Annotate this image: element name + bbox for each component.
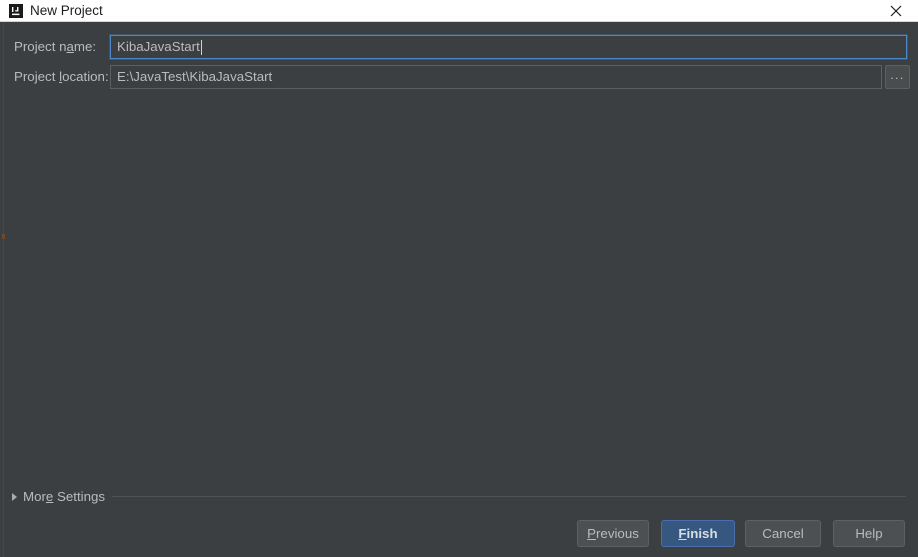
more-settings-separator — [112, 496, 906, 497]
more-settings-label: More Settings — [23, 488, 105, 506]
project-name-value: KibaJavaStart — [117, 39, 200, 54]
project-location-label-suffix: ocation: — [62, 69, 109, 84]
project-name-label: Project name: — [14, 38, 96, 56]
close-icon[interactable] — [874, 0, 918, 22]
project-name-label-mnemonic: a — [66, 39, 74, 54]
titlebar: New Project — [0, 0, 918, 22]
more-settings-prefix: Mor — [23, 489, 46, 504]
help-button[interactable]: Help — [833, 520, 905, 547]
window-edge-mark — [2, 234, 5, 239]
project-name-input[interactable]: KibaJavaStart — [110, 35, 907, 59]
browse-button[interactable]: ... — [885, 65, 910, 89]
previous-button-label: revious — [596, 526, 639, 541]
project-location-label-prefix: Project — [14, 69, 60, 84]
project-name-row: Project name: KibaJavaStart — [0, 35, 918, 59]
project-name-label-prefix: Project n — [14, 39, 67, 54]
triangle-right-icon — [12, 493, 17, 501]
project-location-label: Project location: — [14, 68, 109, 86]
finish-button[interactable]: Finish — [661, 520, 735, 547]
window-title: New Project — [30, 3, 103, 18]
more-settings-suffix: Settings — [53, 489, 106, 504]
window-edge-line — [3, 22, 4, 557]
previous-button-mnemonic: P — [587, 526, 596, 541]
finish-button-label: inish — [686, 526, 718, 541]
new-project-dialog: New Project Project name: KibaJavaStart … — [0, 0, 918, 557]
intellij-idea-logo-icon — [9, 4, 23, 18]
finish-button-mnemonic: F — [678, 526, 687, 541]
previous-button[interactable]: Previous — [577, 520, 649, 547]
dialog-body: Project name: KibaJavaStart Project loca… — [0, 22, 918, 557]
project-location-value: E:\JavaTest\KibaJavaStart — [117, 69, 273, 84]
cancel-button[interactable]: Cancel — [745, 520, 821, 547]
dialog-button-bar: Previous Finish Cancel Help — [0, 520, 918, 557]
text-caret — [200, 39, 202, 55]
project-name-label-suffix: me: — [73, 39, 97, 54]
project-location-row: Project location: E:\JavaTest\KibaJavaSt… — [0, 65, 918, 89]
project-location-input[interactable]: E:\JavaTest\KibaJavaStart — [110, 65, 882, 89]
more-settings-toggle[interactable]: More Settings — [12, 488, 105, 506]
